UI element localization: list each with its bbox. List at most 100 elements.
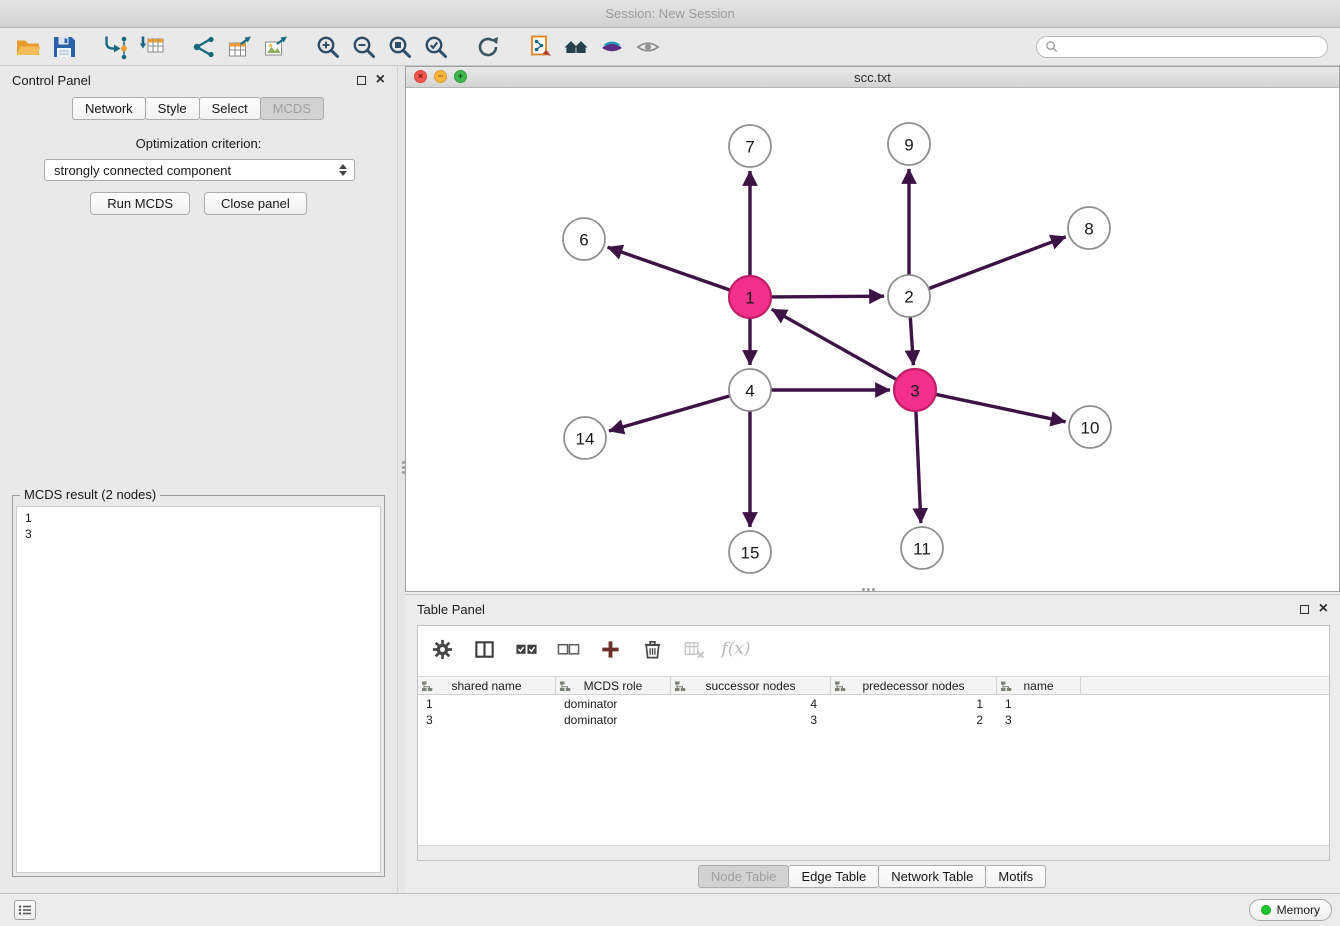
graph-node-3[interactable]: 3 [894, 369, 936, 411]
create-column-button[interactable] [596, 635, 624, 663]
plus-icon [599, 638, 622, 661]
column-header-successor-nodes[interactable]: successor nodes [671, 677, 831, 694]
task-history-button[interactable] [14, 900, 36, 920]
memory-button[interactable]: Memory [1249, 899, 1332, 921]
open-session-button[interactable] [10, 31, 46, 63]
tab-node-table[interactable]: Node Table [698, 865, 790, 888]
close-window-button[interactable]: × [414, 70, 427, 83]
close-table-panel-icon[interactable]: × [1319, 601, 1328, 617]
graph-node-8[interactable]: 8 [1068, 207, 1110, 249]
cell-name[interactable]: 1 [997, 696, 1081, 712]
graph-node-10[interactable]: 10 [1069, 406, 1111, 448]
float-panel-icon[interactable] [357, 76, 366, 85]
column-header-shared-name[interactable]: shared name [418, 677, 556, 694]
svg-text:10: 10 [1081, 419, 1100, 438]
criterion-select[interactable]: strongly connected component [44, 159, 355, 181]
float-table-panel-icon[interactable] [1300, 605, 1309, 614]
cell-shared-name[interactable]: 1 [418, 696, 556, 712]
column-header-predecessor-nodes[interactable]: predecessor nodes [831, 677, 997, 694]
graph-node-14[interactable]: 14 [564, 417, 606, 459]
tab-select[interactable]: Select [199, 97, 261, 120]
graph-edge-3-11[interactable] [916, 411, 921, 523]
horizontal-scrollbar[interactable] [418, 845, 1329, 860]
cell-name[interactable]: 3 [997, 712, 1081, 728]
tab-style[interactable]: Style [145, 97, 200, 120]
table-row[interactable]: 1dominator411 [418, 696, 1329, 712]
save-disk-icon [51, 34, 77, 60]
export-table-button[interactable] [222, 31, 258, 63]
mcds-result-text[interactable]: 1 3 [16, 506, 381, 873]
graph-edge-3-1[interactable] [772, 309, 897, 379]
network-graph[interactable]: 7 9 6 8 1 2 4 3 14 10 15 11 [406, 88, 1339, 591]
cell-predecessor-nodes[interactable]: 1 [831, 696, 997, 712]
network-canvas[interactable]: 7 9 6 8 1 2 4 3 14 10 15 11 [406, 88, 1339, 591]
function-builder-button[interactable]: f(x) [722, 635, 750, 663]
tab-mcds[interactable]: MCDS [260, 97, 324, 120]
table-panel: Table Panel × [405, 594, 1340, 893]
export-image-button[interactable] [258, 31, 294, 63]
cell-shared-name[interactable]: 3 [418, 712, 556, 728]
cell-predecessor-nodes[interactable]: 2 [831, 712, 997, 728]
hide-graphics-details-button[interactable] [630, 31, 666, 63]
graph-node-1[interactable]: 1 [729, 276, 771, 318]
close-panel-button[interactable]: Close panel [204, 192, 307, 215]
show-columns-button[interactable] [470, 635, 498, 663]
window-resize-handle[interactable] [862, 588, 865, 591]
column-header-MCDS-role[interactable]: MCDS role [556, 677, 671, 694]
delete-rows-button[interactable] [638, 635, 666, 663]
run-mcds-button[interactable]: Run MCDS [90, 192, 190, 215]
zoom-fit-button[interactable] [382, 31, 418, 63]
import-table-button[interactable] [134, 31, 170, 63]
graph-node-11[interactable]: 11 [901, 527, 943, 569]
import-network-button[interactable] [98, 31, 134, 63]
close-panel-icon[interactable]: × [376, 72, 385, 88]
tab-network-table[interactable]: Network Table [878, 865, 986, 888]
graph-edge-1-2[interactable] [771, 296, 884, 297]
network-overview-button[interactable] [558, 31, 594, 63]
graph-edge-2-3[interactable] [910, 317, 913, 365]
zoom-selected-button[interactable] [418, 31, 454, 63]
table-area: f(x) shared nameMCDS rolesuccessor nodes… [417, 625, 1330, 861]
select-all-button[interactable] [512, 635, 540, 663]
tab-network[interactable]: Network [72, 97, 146, 120]
delete-table-button[interactable] [680, 635, 708, 663]
network-document-icon [527, 34, 553, 60]
tab-motifs[interactable]: Motifs [985, 865, 1046, 888]
svg-text:1: 1 [745, 289, 754, 308]
zoom-fit-icon [387, 34, 413, 60]
cell-successor-nodes[interactable]: 4 [671, 696, 831, 712]
graph-edge-2-8[interactable] [929, 237, 1066, 289]
graph-edge-1-6[interactable] [608, 247, 731, 290]
graph-edge-4-14[interactable] [609, 396, 730, 431]
zoom-out-button[interactable] [346, 31, 382, 63]
export-table-icon [227, 34, 253, 60]
graph-node-15[interactable]: 15 [729, 531, 771, 573]
maximize-window-button[interactable]: + [454, 70, 467, 83]
memory-status-icon [1261, 905, 1271, 915]
graph-node-6[interactable]: 6 [563, 218, 605, 260]
graph-node-4[interactable]: 4 [729, 369, 771, 411]
search-input[interactable] [1063, 40, 1319, 54]
tab-edge-table[interactable]: Edge Table [788, 865, 879, 888]
minimize-window-button[interactable]: − [434, 70, 447, 83]
cell-successor-nodes[interactable]: 3 [671, 712, 831, 728]
graph-node-9[interactable]: 9 [888, 123, 930, 165]
deselect-all-button[interactable] [554, 635, 582, 663]
column-header-name[interactable]: name [997, 677, 1081, 694]
graph-node-7[interactable]: 7 [729, 125, 771, 167]
graph-edge-3-10[interactable] [936, 394, 1066, 422]
export-network-button[interactable] [186, 31, 222, 63]
cell-MCDS-role[interactable]: dominator [556, 696, 671, 712]
show-graphics-details-button[interactable] [594, 31, 630, 63]
apply-layout-button[interactable] [470, 31, 506, 63]
save-session-button[interactable] [46, 31, 82, 63]
table-row[interactable]: 3dominator323 [418, 712, 1329, 728]
table-settings-button[interactable] [428, 635, 456, 663]
graph-node-2[interactable]: 2 [888, 275, 930, 317]
cell-MCDS-role[interactable]: dominator [556, 712, 671, 728]
panel-splitter[interactable] [397, 66, 405, 893]
network-details-button[interactable] [522, 31, 558, 63]
zoom-in-button[interactable] [310, 31, 346, 63]
search-box[interactable] [1036, 36, 1328, 58]
network-window-titlebar[interactable]: × − + scc.txt [406, 67, 1339, 88]
